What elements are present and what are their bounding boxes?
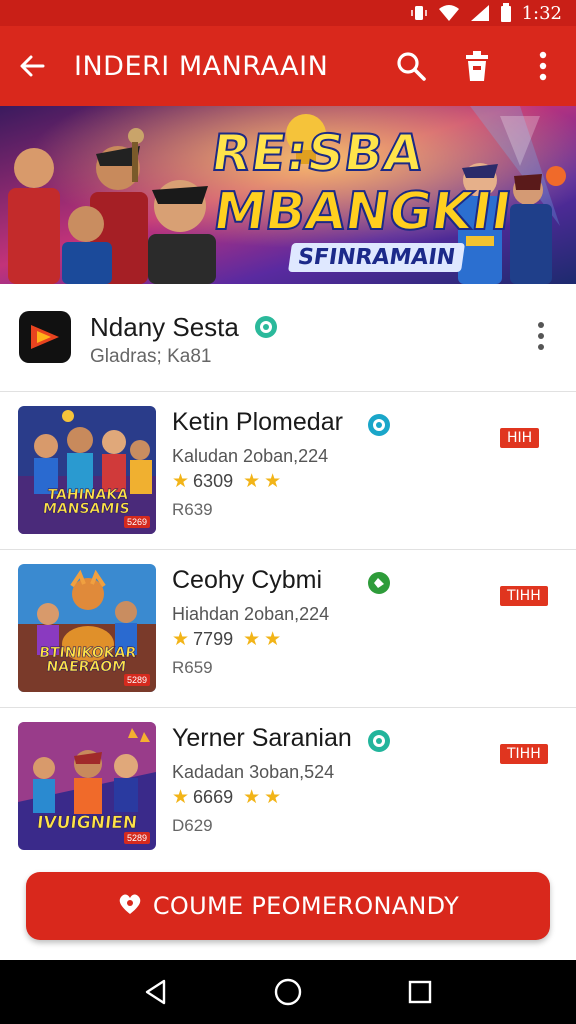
app-price: D629 [172, 816, 213, 835]
play-logo-icon [31, 325, 59, 349]
app-thumbnail: BTINIKOKAR NAERAOM 5289 [18, 564, 156, 692]
thumbnail-caption: TAHINAKA MANSAMIS [42, 487, 131, 518]
signal-icon [470, 4, 490, 22]
publisher-row[interactable]: Ndany Sesta Gladras; Ka81 [0, 284, 576, 392]
list-item[interactable]: IVUIGNIEN 5289 Yerner Saranian Kadadan 3… [0, 708, 576, 866]
delete-icon[interactable] [444, 26, 510, 106]
star-icon: ★ [243, 787, 261, 808]
verified-badge-icon [366, 412, 392, 443]
app-rating: ★ 7799 ★ ★ [172, 628, 281, 651]
app-thumbnail: IVUIGNIEN 5289 [18, 722, 156, 850]
app-meta: Hiahdan 2oban,224 [172, 604, 330, 624]
more-vert-icon[interactable] [510, 26, 576, 106]
app-title: Ceohy Cybmi [172, 566, 323, 594]
vibrate-icon [410, 4, 428, 22]
thumbnail-caption: BTINIKOKAR NAERAOM [38, 645, 138, 676]
app-title: Ketin Plomedar [172, 408, 343, 436]
heart-icon [117, 892, 143, 921]
recents-square-icon[interactable] [390, 962, 450, 1022]
thumbnail-caption: IVUIGNIEN [36, 813, 139, 834]
star-icon: ★ [172, 787, 190, 808]
cta-button[interactable]: COUME PEOMERONANDY [26, 872, 550, 940]
verified-badge-icon [366, 570, 392, 601]
verified-badge-icon [253, 314, 279, 345]
publisher-name: Ndany Sesta [90, 312, 239, 342]
thumbnail-tag: 5289 [123, 674, 150, 686]
thumbnail-tag: 5269 [123, 516, 150, 528]
rating-value: 6669 [193, 787, 234, 807]
star-icon: ★ [243, 471, 261, 492]
app-price: R659 [172, 658, 213, 677]
status-bar: 1:32 [0, 0, 576, 26]
app-tag[interactable]: TIHH [500, 744, 548, 764]
app-meta: Kaludan 2oban,224 [172, 446, 329, 466]
status-time: 1:32 [521, 2, 562, 24]
app-thumbnail: TAHINAKA MANSAMIS 5269 [18, 406, 156, 534]
star-icon: ★ [172, 471, 190, 492]
banner-artwork [0, 106, 576, 284]
star-icon: ★ [264, 471, 282, 492]
app-rating: ★ 6669 ★ ★ [172, 786, 281, 809]
wifi-icon [438, 4, 460, 22]
screen: 1:32 INDERI MANRAAIN RE:SBA MBANGKII SFI… [0, 0, 576, 1024]
star-icon: ★ [264, 629, 282, 650]
publisher-subtitle: Gladras; Ka81 [90, 346, 212, 367]
star-icon: ★ [172, 629, 190, 650]
app-meta: Kadadan 3oban,524 [172, 762, 335, 782]
cta-label: COUME PEOMERONANDY [152, 892, 460, 920]
app-rating: ★ 6309 ★ ★ [172, 470, 281, 493]
more-vert-icon[interactable] [524, 316, 558, 356]
rating-value: 7799 [193, 629, 234, 649]
app-title: Yerner Saranian [172, 724, 352, 752]
list-item[interactable]: BTINIKOKAR NAERAOM 5289 Ceohy Cybmi Hiah… [0, 550, 576, 708]
app-bar-title: INDERI MANRAAIN [74, 50, 329, 82]
arrow-back-icon[interactable] [0, 26, 64, 106]
star-icon: ★ [264, 787, 282, 808]
app-tag[interactable]: HIH [500, 428, 540, 448]
list-item[interactable]: TAHINAKA MANSAMIS 5269 Ketin Plomedar Ka… [0, 392, 576, 550]
verified-badge-icon [366, 728, 392, 759]
search-icon[interactable] [378, 26, 444, 106]
rating-value: 6309 [193, 471, 234, 491]
home-circle-icon[interactable] [258, 962, 318, 1022]
star-icon: ★ [243, 629, 261, 650]
back-triangle-icon[interactable] [126, 962, 186, 1022]
app-bar: INDERI MANRAAIN [0, 26, 576, 106]
system-nav-bar [0, 960, 576, 1024]
publisher-logo [19, 311, 71, 363]
cta-container: COUME PEOMERONANDY [0, 852, 576, 960]
app-price: R639 [172, 500, 213, 519]
app-tag[interactable]: TIHH [500, 586, 548, 606]
thumbnail-tag: 5289 [123, 832, 150, 844]
battery-icon [500, 3, 512, 23]
promo-banner[interactable]: RE:SBA MBANGKII SFINRAMAIN [0, 106, 576, 284]
